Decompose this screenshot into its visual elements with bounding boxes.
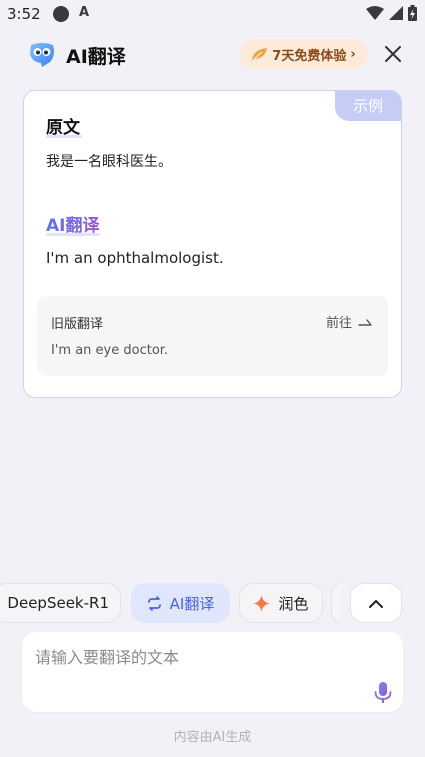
app-title: AI翻译 <box>66 46 126 68</box>
chip-ai-translate-label: AI翻译 <box>169 594 215 613</box>
chip-polish[interactable]: 润色 <box>239 583 323 623</box>
arrow-right-icon <box>358 318 372 326</box>
font-a-icon: A <box>79 5 90 20</box>
chip-polish-label: 润色 <box>278 594 309 613</box>
free-trial-label: 7天免费体验 <box>272 48 347 64</box>
mode-chips: DeepSeek-R1 AI翻译 润色 <box>0 583 425 625</box>
chevron-right-icon: › <box>350 46 356 62</box>
wifi-icon <box>366 6 384 20</box>
status-time: 3:52 <box>7 5 41 23</box>
chip-deepseek-label: DeepSeek-R1 <box>7 594 109 612</box>
status-bar: 3:52 A <box>0 0 425 30</box>
owl-logo-icon <box>30 43 54 67</box>
chip-partial[interactable] <box>331 583 341 623</box>
status-icons <box>366 5 417 21</box>
signal-icon <box>389 6 403 20</box>
ai-label-underline <box>46 233 100 236</box>
microphone-icon[interactable] <box>374 682 392 704</box>
expand-chips-button[interactable] <box>350 583 402 623</box>
chip-ai-translate[interactable]: AI翻译 <box>131 583 230 623</box>
old-version-box: 旧版翻译 前往 I'm an eye doctor. <box>37 296 388 376</box>
ai-disclaimer: 内容由AI生成 <box>173 730 252 745</box>
goto-old-version-link[interactable]: 前往 <box>326 312 372 331</box>
translate-input-box <box>22 632 403 712</box>
sparkle-icon <box>253 594 271 612</box>
header: AI翻译 7天免费体验 › <box>0 30 425 78</box>
source-underline <box>46 135 82 138</box>
example-card: 示例 原文 我是一名眼科医生。 AI翻译 I'm an ophthalmolog… <box>23 90 402 398</box>
chip-deepseek[interactable]: DeepSeek-R1 <box>0 583 121 623</box>
old-version-text: I'm an eye doctor. <box>51 343 169 358</box>
free-trial-button[interactable]: 7天免费体验 › <box>239 39 368 69</box>
battery-icon <box>408 5 417 21</box>
example-tag: 示例 <box>335 91 401 121</box>
source-text: 我是一名眼科医生。 <box>46 154 172 170</box>
translated-text: I'm an ophthalmologist. <box>46 249 224 267</box>
translate-input[interactable] <box>35 644 355 670</box>
leaf-icon <box>252 48 268 60</box>
notification-dot-icon <box>53 6 69 22</box>
old-version-label: 旧版翻译 <box>51 317 104 332</box>
goto-label: 前往 <box>325 316 352 331</box>
swap-icon <box>147 595 161 611</box>
close-icon[interactable] <box>382 43 404 65</box>
chevron-up-icon <box>369 599 383 608</box>
